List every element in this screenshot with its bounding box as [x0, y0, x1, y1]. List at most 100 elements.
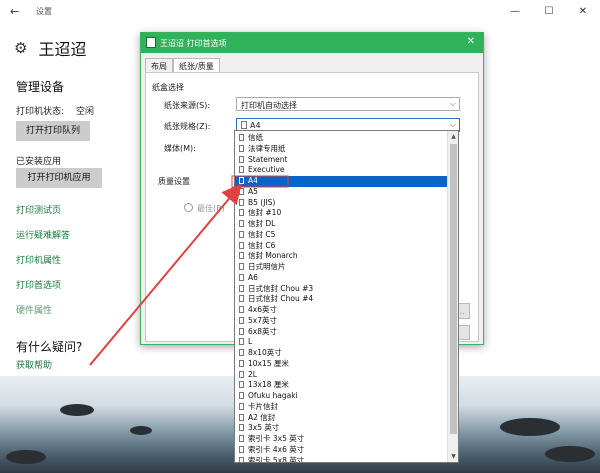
paper-icon	[239, 134, 244, 141]
rock	[545, 446, 595, 462]
paper-size-option[interactable]: Executive	[235, 165, 447, 176]
paper-size-option-label: 法律专用纸	[248, 143, 286, 153]
paper-icon	[239, 166, 244, 174]
dropdown-scrollbar[interactable]: ▲ ▼	[447, 131, 458, 462]
paper-size-option[interactable]: 索引卡 3x5 英寸	[235, 434, 447, 445]
minimize-icon[interactable]: —	[498, 0, 532, 24]
link-printer-properties[interactable]: 打印机属性	[16, 253, 61, 266]
link-run-troubleshooter[interactable]: 运行疑难解答	[16, 228, 70, 241]
paper-size-value: A4	[250, 121, 261, 130]
paper-size-option[interactable]: 日式明信片	[235, 262, 447, 273]
paper-size-option[interactable]: 10x15 厘米	[235, 359, 447, 370]
paper-size-option[interactable]: 索引卡 5x8 英寸	[235, 455, 447, 463]
link-print-test-page[interactable]: 打印测试页	[16, 203, 61, 216]
app-title: 设置	[36, 7, 52, 16]
open-printer-app-button[interactable]: 打开打印机应用	[16, 168, 102, 188]
paper-size-option-label: 2L	[248, 369, 257, 379]
paper-size-option-label: 日式信封 Chou #4	[248, 294, 314, 304]
paper-size-option-label: 信封 DL	[248, 219, 276, 228]
scroll-up-icon[interactable]: ▲	[448, 131, 458, 142]
get-help-link[interactable]: 获取帮助	[16, 358, 52, 371]
paper-size-option-label: A5	[248, 186, 258, 196]
scroll-down-icon[interactable]: ▼	[448, 451, 458, 462]
title-bar: ← 设置 — ☐ ✕	[0, 0, 600, 24]
installed-apps-label: 已安装应用	[16, 157, 62, 167]
paper-size-dropdown[interactable]: 信纸 法律专用纸 Statement Executive A4 A5 B5 (JIS) 信封 …	[234, 130, 459, 463]
paper-size-option-label: 信纸	[248, 133, 263, 142]
paper-size-option[interactable]: 2L	[235, 370, 447, 381]
paper-size-option[interactable]: A6	[235, 273, 447, 284]
dialog-tabs: 布局 纸张/质量	[145, 58, 220, 72]
paper-size-option[interactable]: 信封 DL	[235, 219, 447, 230]
help-question: 有什么疑问?	[16, 340, 83, 354]
paper-source-select[interactable]: 打印机自动选择 ⌵	[236, 97, 460, 111]
link-hardware-properties[interactable]: 硬件属性	[16, 303, 52, 316]
scroll-thumb[interactable]	[450, 144, 457, 434]
printer-status: 打印机状态: 空闲	[16, 104, 94, 117]
paper-icon	[239, 177, 244, 184]
paper-icon	[239, 273, 244, 281]
back-arrow-icon[interactable]: ←	[10, 5, 19, 18]
paper-icon	[239, 424, 244, 432]
paper-size-option[interactable]: 5x7英寸	[235, 316, 447, 327]
paper-size-option-label: 索引卡 5x8 英寸	[248, 455, 305, 463]
paper-icon	[239, 306, 244, 313]
paper-icon	[239, 252, 244, 260]
paper-size-option[interactable]: Ofuku hagaki	[235, 391, 447, 402]
paper-size-option[interactable]: B5 (JIS)	[235, 198, 447, 209]
quality-best-label: 最佳(B)	[197, 204, 225, 213]
paper-size-option-label: 4x6英寸	[248, 305, 277, 314]
quality-best-radio[interactable]	[184, 203, 193, 212]
paper-size-option[interactable]: 13x18 厘米	[235, 380, 447, 391]
paper-size-option[interactable]: 信封 C6	[235, 241, 447, 252]
paper-size-option-label: 卡片信封	[248, 401, 278, 411]
paper-size-option[interactable]: 3x5 英寸	[235, 423, 447, 434]
paper-icon	[239, 338, 244, 346]
paper-size-option[interactable]: 信封 C5	[235, 230, 447, 241]
paper-icon	[239, 155, 244, 163]
paper-size-option-label: 13x18 厘米	[248, 380, 289, 390]
paper-size-option[interactable]: 信纸	[235, 133, 447, 144]
paper-size-option-label: 6x8英寸	[248, 326, 277, 336]
paper-size-option[interactable]: A4	[235, 176, 447, 187]
paper-size-option[interactable]: 信封 #10	[235, 208, 447, 219]
paper-size-option[interactable]: 4x6英寸	[235, 305, 447, 316]
dialog-close-icon[interactable]: ✕	[467, 36, 475, 47]
paper-size-option[interactable]: 索引卡 4x6 英寸	[235, 445, 447, 456]
paper-size-option[interactable]: 8x10英寸	[235, 348, 447, 359]
rock	[130, 426, 152, 435]
tab-paper-quality[interactable]: 纸张/质量	[173, 58, 220, 72]
printer-status-label: 打印机状态:	[16, 107, 65, 117]
paper-size-option[interactable]: A5	[235, 187, 447, 198]
paper-size-option[interactable]: 6x8英寸	[235, 327, 447, 338]
paper-size-option[interactable]: L	[235, 337, 447, 348]
paper-size-option[interactable]: 信封 Monarch	[235, 251, 447, 262]
paper-icon	[239, 144, 244, 152]
paper-size-option-label: 日式信封 Chou #3	[248, 283, 314, 293]
paper-size-option-label: 索引卡 3x5 英寸	[248, 434, 305, 443]
paper-size-option-label: 5x7英寸	[248, 315, 277, 325]
paper-icon	[239, 327, 244, 335]
paper-size-option[interactable]: A2 信封	[235, 413, 447, 424]
dialog-title-bar: 王迢迢 打印首选项 ✕	[141, 33, 483, 53]
open-print-queue-button[interactable]: 打开打印队列	[16, 121, 90, 141]
maximize-icon[interactable]: ☐	[532, 0, 566, 24]
section-title: 管理设备	[16, 80, 65, 94]
paper-size-option-label: 信封 Monarch	[248, 251, 298, 261]
tab-layout[interactable]: 布局	[145, 58, 173, 72]
paper-size-option[interactable]: 日式信封 Chou #3	[235, 284, 447, 295]
link-printing-preferences[interactable]: 打印首选项	[16, 278, 61, 291]
paper-size-option[interactable]: 法律专用纸	[235, 144, 447, 155]
paper-size-option[interactable]: 卡片信封	[235, 402, 447, 413]
paper-size-option-label: A4	[248, 176, 258, 185]
paper-icon	[239, 456, 244, 462]
chevron-down-icon: ⌵	[449, 99, 456, 108]
chevron-down-icon: ⌵	[449, 120, 456, 129]
paper-size-option[interactable]: Statement	[235, 155, 447, 166]
paper-icon	[239, 209, 244, 217]
paper-size-option[interactable]: 日式信封 Chou #4	[235, 294, 447, 305]
paper-icon	[239, 349, 244, 356]
close-icon[interactable]: ✕	[566, 0, 600, 24]
paper-icon	[239, 241, 244, 249]
rock	[60, 404, 94, 416]
